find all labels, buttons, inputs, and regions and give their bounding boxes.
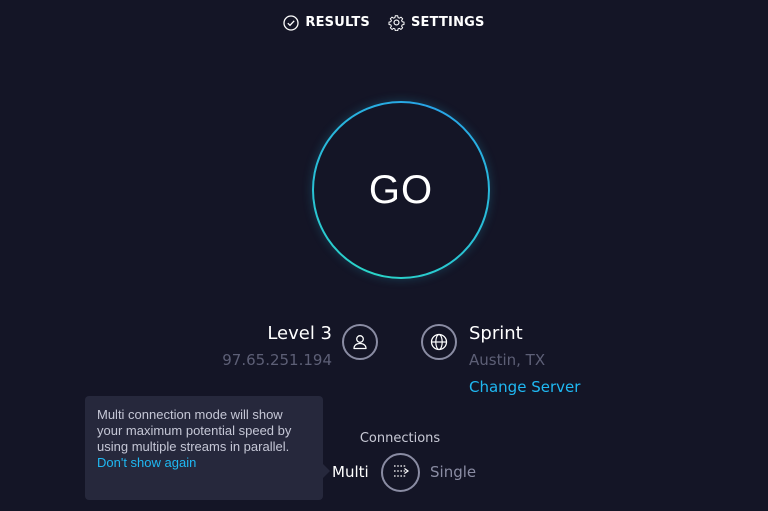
- connections-single-option[interactable]: Single: [430, 463, 476, 481]
- server-info: Sprint Austin, TX Change Server: [469, 323, 580, 396]
- isp-info: Level 3 97.65.251.194: [222, 323, 332, 369]
- multi-connection-tooltip: Multi connection mode will show your max…: [85, 396, 330, 500]
- dont-show-again-link[interactable]: Don't show again: [97, 455, 311, 471]
- settings-link[interactable]: SETTINGS: [388, 14, 485, 31]
- change-server-link[interactable]: Change Server: [469, 378, 580, 396]
- multi-stream-icon: [391, 461, 411, 485]
- server-location: Austin, TX: [469, 351, 546, 369]
- connections-toggle[interactable]: [381, 453, 420, 492]
- tooltip-arrow: [323, 464, 330, 478]
- isp-name: Level 3: [267, 323, 332, 344]
- results-label: RESULTS: [305, 15, 370, 30]
- settings-label: SETTINGS: [410, 15, 485, 30]
- go-button[interactable]: GO: [312, 101, 490, 279]
- isp-ip: 97.65.251.194: [222, 351, 332, 369]
- gear-icon: [388, 14, 405, 31]
- connections-multi-option[interactable]: Multi: [332, 463, 369, 481]
- globe-icon: [421, 324, 457, 360]
- check-circle-icon: [283, 14, 300, 31]
- tooltip-text: Multi connection mode will show your max…: [97, 407, 292, 454]
- go-label: GO: [368, 167, 434, 212]
- top-nav: RESULTS SETTINGS: [0, 14, 768, 31]
- go-inner: GO: [314, 103, 488, 277]
- results-link[interactable]: RESULTS: [283, 14, 370, 31]
- user-icon: [342, 324, 378, 360]
- server-name: Sprint: [469, 323, 523, 344]
